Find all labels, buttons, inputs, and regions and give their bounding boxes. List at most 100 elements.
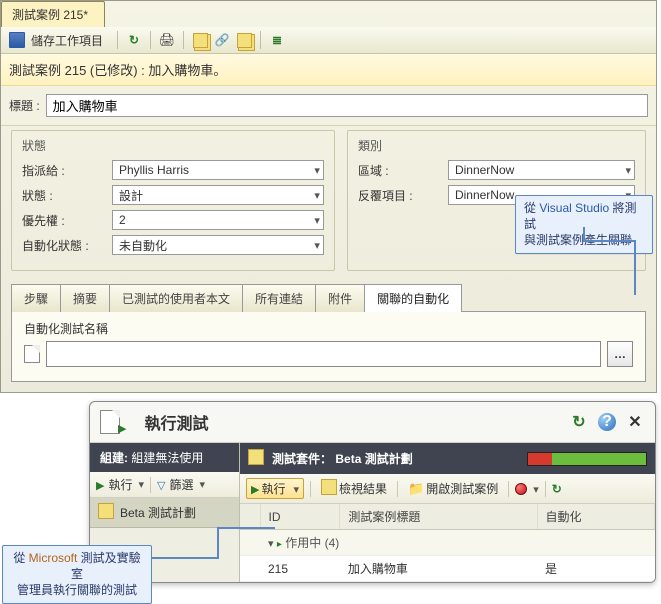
cell-id: 215 [260,556,340,582]
toolbar-separator [260,31,261,49]
copy2-icon[interactable] [236,32,252,48]
list-icon[interactable] [269,32,285,48]
close-icon[interactable] [625,412,645,432]
title-input[interactable] [46,94,648,117]
progress-bar [527,452,647,466]
print-icon[interactable] [159,32,175,48]
run-tests-title: 執行測試 [144,410,208,434]
tab-label: 已測試的使用者本文 [122,292,230,306]
save-button[interactable]: 儲存工作項目 [31,32,103,49]
folder-icon [408,481,424,497]
suite-label: 測試套件： [272,452,332,466]
callout-mtm: 從 Microsoft 測試及實驗室 管理員執行關聯的測試 [2,545,152,604]
callout-connector [583,240,636,242]
tab-tested[interactable]: 已測試的使用者本文 [109,284,243,312]
tab-label: 所有連結 [255,292,303,306]
col-title[interactable]: 測試案例標題 [340,504,537,530]
save-icon[interactable] [9,32,25,48]
toolbar-separator [150,31,151,49]
browse-button[interactable]: … [607,341,633,367]
detail-tabs: 步驟 摘要 已測試的使用者本文 所有連結 附件 關聯的自動化 [11,283,646,312]
link-icon[interactable] [214,32,230,48]
document-tab[interactable]: 測試案例 215* [1,1,105,27]
col-auto[interactable]: 自動化 [537,504,654,530]
view-results-button[interactable]: 檢視結果 [317,478,391,499]
test-list-toolbar: 執行 檢視結果 開啟測試案例 [240,474,655,504]
status-legend: 狀態 [22,137,324,154]
run-button[interactable]: 執行 [108,476,132,493]
tab-automation[interactable]: 關聯的自動化 [364,284,462,312]
test-grid: ID 測試案例標題 自動化 作用中 (4) [240,504,655,582]
build-bar: 組建: 組建無法使用 [90,443,239,472]
progress-pass [552,453,646,465]
category-legend: 類別 [358,137,635,154]
toolbar-separator [310,481,311,497]
tab-summary[interactable]: 摘要 [60,284,110,312]
state-label: 狀態 : [22,187,112,204]
file-icon [248,449,264,468]
state-combo[interactable]: 設計 [112,185,324,205]
chevron-down-icon [293,482,299,496]
chevron-down-icon[interactable] [533,482,539,496]
callout-connector [217,527,219,559]
toolbar-separator [150,477,151,493]
tab-links[interactable]: 所有連結 [242,284,316,312]
grid-data-row[interactable]: 215 加入購物車 是 [240,556,655,582]
toolbar-separator [508,481,509,497]
tab-attach[interactable]: 附件 [315,284,365,312]
document-tab-label: 測試案例 215* [12,8,88,22]
auto-name-input[interactable] [46,341,601,367]
copy-icon[interactable] [192,32,208,48]
chevron-down-icon [314,164,320,177]
col-id[interactable]: ID [260,504,340,530]
run-split-button[interactable]: 執行 [246,478,304,499]
autostate-combo-value: 未自動化 [119,237,167,254]
record-icon[interactable] [515,483,527,495]
chevron-down-icon[interactable] [138,478,144,491]
area-combo[interactable]: DinnerNow [448,160,635,180]
chevron-down-icon[interactable] [200,478,206,491]
document-icon [100,410,120,434]
refresh-icon[interactable] [569,412,589,432]
plan-toolbar: 執行 篩選 [90,472,239,498]
file-icon [98,503,114,522]
priority-label: 優先權 : [22,212,112,229]
chevron-down-icon [314,214,320,227]
plan-tree-item[interactable]: Beta 測試計劃 [90,498,239,528]
file-icon [321,479,337,498]
state-combo-value: 設計 [119,187,143,204]
open-testcase-label: 開啟測試案例 [426,480,498,497]
status-banner: 測試案例 215 (已修改) : 加入購物車。 [1,54,656,86]
autostate-combo[interactable]: 未自動化 [112,235,324,255]
play-icon [118,421,126,435]
priority-combo[interactable]: 2 [112,210,324,230]
assign-combo[interactable]: Phyllis Harris [112,160,324,180]
priority-combo-value: 2 [119,213,126,227]
tab-label: 摘要 [73,292,97,306]
grid-group-row[interactable]: 作用中 (4) [240,530,655,556]
chevron-down-icon [314,239,320,252]
reset-icon[interactable] [552,482,562,496]
play-icon [251,482,259,496]
funnel-icon [157,478,165,492]
grid-group-label: 作用中 (4) [285,536,339,550]
callout-mtm-line1: 從 Microsoft 測試及實驗室 [13,551,140,581]
tab-label: 附件 [328,292,352,306]
status-banner-text: 測試案例 215 (已修改) : 加入購物車。 [9,63,226,78]
suite-value: Beta 測試計劃 [335,452,412,466]
title-row: 標題 : [1,86,656,126]
suite-header: 測試套件： Beta 測試計劃 [240,443,655,474]
toolbar-separator [183,31,184,49]
refresh-icon[interactable] [126,32,142,48]
filter-button[interactable]: 篩選 [169,476,193,493]
chevron-down-icon [625,164,631,177]
area-combo-value: DinnerNow [455,163,514,177]
tab-steps[interactable]: 步驟 [11,284,61,312]
open-testcase-button[interactable]: 開啟測試案例 [404,479,502,498]
callout-connector [217,527,275,529]
tab-label: 步驟 [24,292,48,306]
cell-title: 加入購物車 [340,556,537,582]
help-icon[interactable] [597,412,617,432]
toolbar-separator [397,481,398,497]
callout-visual-studio: 從 Visual Studio 將測試 與測試案例產生關聯 [515,195,653,254]
